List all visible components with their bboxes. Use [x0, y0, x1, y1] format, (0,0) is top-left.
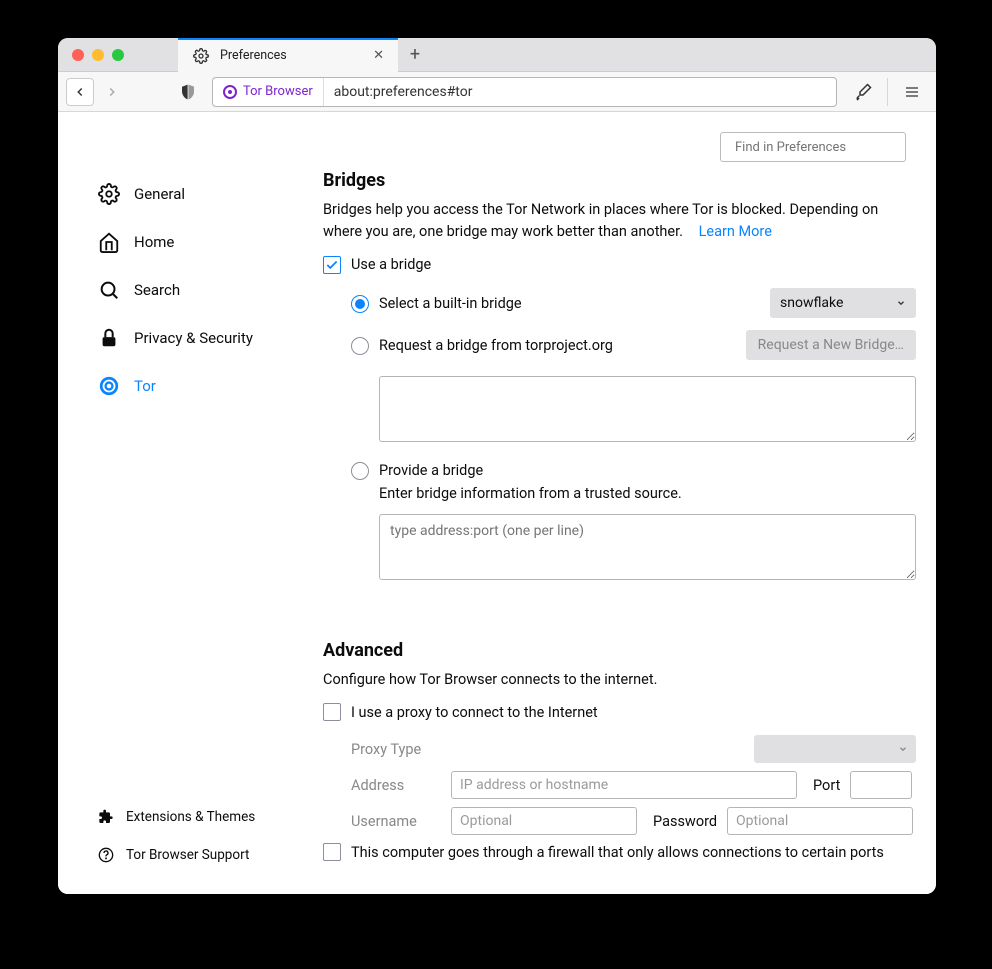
username-label: Username	[351, 813, 441, 830]
proxy-type-select[interactable]	[754, 735, 916, 763]
search-input[interactable]	[735, 140, 901, 155]
tab-bar: Preferences ✕ +	[58, 38, 936, 72]
use-proxy-label: I use a proxy to connect to the Internet	[351, 704, 598, 721]
request-bridge-label: Request a bridge from torproject.org	[379, 335, 613, 354]
sidebar-item-general[interactable]: General	[98, 170, 323, 218]
bridges-description: Bridges help you access the Tor Network …	[323, 199, 916, 244]
sidebar-item-label: Tor	[134, 377, 156, 395]
password-input[interactable]	[727, 807, 913, 835]
address-input[interactable]	[451, 771, 797, 799]
help-icon	[98, 847, 114, 863]
advanced-heading: Advanced	[323, 640, 916, 661]
sidebar-item-label: Extensions & Themes	[126, 809, 255, 825]
sidebar-item-extensions[interactable]: Extensions & Themes	[98, 798, 323, 836]
use-proxy-checkbox[interactable]	[323, 703, 341, 721]
builtin-bridge-label: Select a built-in bridge	[379, 293, 522, 312]
category-sidebar: General Home Search Privacy & Security	[58, 112, 323, 894]
provide-bridge-hint: Enter bridge information from a trusted …	[379, 485, 916, 502]
proxy-address-row: Address Port	[351, 771, 916, 799]
home-icon	[98, 231, 120, 253]
close-window-button[interactable]	[72, 49, 84, 61]
tab-title: Preferences	[220, 48, 361, 63]
window-controls	[58, 49, 138, 61]
preferences-search	[720, 132, 906, 162]
provide-bridge-textarea[interactable]	[379, 514, 916, 580]
site-identity[interactable]: Tor Browser	[213, 78, 324, 106]
identity-label: Tor Browser	[243, 84, 313, 99]
main-pane: Bridges Bridges help you access the Tor …	[323, 112, 936, 894]
bridges-heading: Bridges	[323, 170, 916, 191]
close-tab-icon[interactable]: ✕	[369, 48, 388, 63]
proxy-credentials-row: Username Password	[351, 807, 916, 835]
proxy-type-label: Proxy Type	[351, 741, 441, 758]
username-input[interactable]	[451, 807, 637, 835]
lock-icon	[98, 327, 120, 349]
back-button[interactable]	[66, 78, 94, 106]
port-label: Port	[813, 777, 840, 794]
chevron-down-icon	[898, 744, 908, 754]
password-label: Password	[653, 813, 717, 830]
new-tab-button[interactable]: +	[398, 38, 432, 72]
port-input[interactable]	[850, 771, 912, 799]
sidebar-item-label: Search	[134, 281, 180, 299]
request-bridge-row: Request a bridge from torproject.org Req…	[351, 330, 916, 360]
tor-icon	[98, 375, 120, 397]
search-icon	[98, 279, 120, 301]
builtin-bridge-select[interactable]: snowflake	[770, 288, 916, 318]
sidebar-item-tor[interactable]: Tor	[98, 362, 323, 410]
sidebar-bottom: Extensions & Themes Tor Browser Support	[98, 798, 323, 894]
chevron-down-icon	[896, 298, 906, 308]
use-bridge-label: Use a bridge	[351, 256, 431, 273]
builtin-bridge-radio[interactable]	[351, 295, 369, 313]
sidebar-item-label: General	[134, 185, 185, 203]
request-bridge-radio[interactable]	[351, 337, 369, 355]
search-box[interactable]	[720, 132, 906, 162]
builtin-bridge-value: snowflake	[780, 295, 843, 311]
request-bridge-textarea[interactable]	[379, 376, 916, 442]
app-menu-button[interactable]	[896, 76, 928, 108]
preferences-content: General Home Search Privacy & Security	[58, 112, 936, 894]
sidebar-item-search[interactable]: Search	[98, 266, 323, 314]
use-bridge-checkbox[interactable]	[323, 256, 341, 274]
learn-more-link[interactable]: Learn More	[699, 223, 772, 240]
security-level-button[interactable]	[847, 76, 879, 108]
url-bar[interactable]: Tor Browser about:preferences#tor	[212, 77, 837, 107]
minimize-window-button[interactable]	[92, 49, 104, 61]
sidebar-item-home[interactable]: Home	[98, 218, 323, 266]
advanced-description: Configure how Tor Browser connects to th…	[323, 669, 916, 691]
address-label: Address	[351, 777, 441, 794]
provide-bridge-row: Provide a bridge Enter bridge informatio…	[351, 460, 916, 584]
sidebar-item-label: Privacy & Security	[134, 329, 253, 347]
toolbar: Tor Browser about:preferences#tor	[58, 72, 936, 112]
use-proxy-checkbox-row: I use a proxy to connect to the Internet	[323, 703, 916, 721]
firewall-checkbox-row: This computer goes through a firewall th…	[323, 843, 916, 861]
puzzle-icon	[98, 809, 114, 825]
gear-icon	[98, 183, 120, 205]
maximize-window-button[interactable]	[112, 49, 124, 61]
browser-window: Preferences ✕ + Tor Browser about:prefer…	[58, 38, 936, 894]
request-new-bridge-button[interactable]: Request a New Bridge…	[746, 330, 916, 360]
shield-icon[interactable]	[174, 78, 202, 106]
sidebar-item-support[interactable]: Tor Browser Support	[98, 836, 323, 874]
gear-icon	[190, 45, 212, 67]
use-bridge-checkbox-row: Use a bridge	[323, 256, 916, 274]
bridge-radio-group: Select a built-in bridge snowflake Reque…	[351, 288, 916, 584]
firewall-label: This computer goes through a firewall th…	[351, 844, 884, 861]
url-text: about:preferences#tor	[324, 84, 836, 100]
sidebar-item-privacy[interactable]: Privacy & Security	[98, 314, 323, 362]
sidebar-item-label: Home	[134, 233, 174, 251]
provide-bridge-radio[interactable]	[351, 462, 369, 480]
provide-bridge-label: Provide a bridge	[379, 460, 916, 479]
firewall-checkbox[interactable]	[323, 843, 341, 861]
builtin-bridge-row: Select a built-in bridge snowflake	[351, 288, 916, 318]
sidebar-item-label: Tor Browser Support	[126, 847, 249, 863]
tor-onion-icon	[223, 85, 237, 99]
tab-preferences[interactable]: Preferences ✕	[178, 38, 398, 72]
proxy-type-row: Proxy Type	[351, 735, 916, 763]
forward-button[interactable]	[98, 78, 126, 106]
